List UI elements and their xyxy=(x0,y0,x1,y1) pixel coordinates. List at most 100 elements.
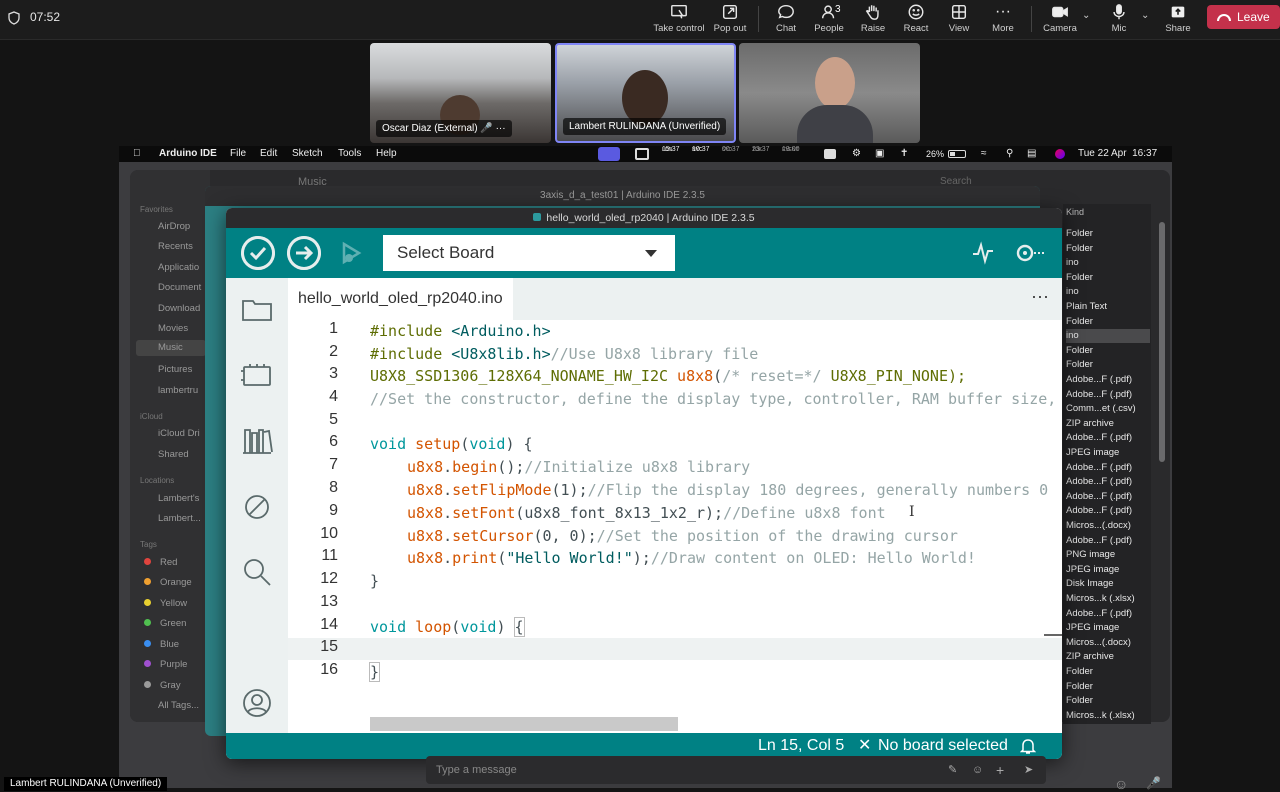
sidebar-item-downloads[interactable]: Download xyxy=(158,303,200,314)
sidebar-item-location-1[interactable]: Lambert's xyxy=(158,493,199,504)
kind-cell[interactable]: ino xyxy=(1066,329,1150,344)
library-manager-icon[interactable] xyxy=(240,424,274,458)
take-control-button[interactable]: Take control xyxy=(651,2,707,38)
kind-cell[interactable]: Folder xyxy=(1066,344,1093,358)
kind-cell[interactable]: Folder xyxy=(1066,315,1093,329)
kind-cell[interactable]: Folder xyxy=(1066,271,1093,285)
siri-icon[interactable] xyxy=(1055,149,1065,159)
kind-cell[interactable]: Comm...et (.csv) xyxy=(1066,402,1136,416)
kind-cell[interactable]: Folder xyxy=(1066,358,1093,372)
kind-cell[interactable]: Adobe...F (.pdf) xyxy=(1066,431,1132,445)
tab-sketch-file[interactable]: hello_world_oled_rp2040.ino xyxy=(288,278,513,320)
more-button[interactable]: ··· More xyxy=(975,2,1031,38)
kind-cell[interactable]: Adobe...F (.pdf) xyxy=(1066,607,1132,621)
sidebar-item-shared[interactable]: Shared xyxy=(158,449,189,460)
kind-cell[interactable]: Adobe...F (.pdf) xyxy=(1066,534,1132,548)
code-editor[interactable]: 1 2 3 4 5 6 7 8 9 10 11 12 13 14 15 16 #… xyxy=(288,320,1062,733)
sidebar-item-airdrop[interactable]: AirDrop xyxy=(158,221,190,232)
finder-scrollbar[interactable] xyxy=(1159,222,1165,462)
kind-cell[interactable]: Micros...(.docx) xyxy=(1066,519,1131,533)
kind-cell[interactable]: Micros...(.docx) xyxy=(1066,636,1131,650)
app-menu[interactable]: Arduino IDE xyxy=(159,146,217,162)
attach-plus-icon[interactable]: + xyxy=(996,756,1004,784)
kind-cell[interactable]: ZIP archive xyxy=(1066,650,1114,664)
tag-blue[interactable]: Blue xyxy=(140,639,179,650)
sidebar-item-documents[interactable]: Document xyxy=(158,282,201,293)
kind-cell[interactable]: Adobe...F (.pdf) xyxy=(1066,388,1132,402)
kind-header[interactable]: Kind xyxy=(1066,205,1084,219)
send-icon[interactable]: ➤ xyxy=(1024,756,1033,784)
tab-more-icon[interactable]: ··· xyxy=(1031,286,1049,307)
kind-cell[interactable]: Adobe...F (.pdf) xyxy=(1066,461,1132,475)
video-tile-lambert[interactable]: Lambert RULINDANA (Unverified) xyxy=(555,43,736,143)
serial-plotter-icon[interactable] xyxy=(971,241,995,270)
kind-cell[interactable]: Disk Image xyxy=(1066,577,1114,591)
menu-tools[interactable]: Tools xyxy=(338,146,361,162)
menu-help[interactable]: Help xyxy=(376,146,397,162)
sidebar-item-movies[interactable]: Movies xyxy=(158,323,188,334)
tag-purple[interactable]: Purple xyxy=(140,659,187,670)
kind-cell[interactable]: JPEG image xyxy=(1066,621,1119,635)
kind-cell[interactable]: Folder xyxy=(1066,665,1093,679)
kind-cell[interactable]: Adobe...F (.pdf) xyxy=(1066,475,1132,489)
debug-panel-icon[interactable] xyxy=(240,490,274,524)
kind-cell[interactable]: Folder xyxy=(1066,680,1093,694)
window-icon[interactable] xyxy=(635,148,649,160)
figure-icon[interactable]: ✝ xyxy=(900,146,908,162)
board-selector[interactable]: Select Board xyxy=(383,235,675,271)
kind-cell[interactable]: JPEG image xyxy=(1066,446,1119,460)
sidebar-item-location-2[interactable]: Lambert... xyxy=(158,513,201,524)
tag-red[interactable]: Red xyxy=(140,557,177,568)
participant-more-icon[interactable]: ··· xyxy=(496,123,506,134)
wifi-icon[interactable]: ≈ xyxy=(981,146,987,162)
w-icon[interactable] xyxy=(824,149,836,159)
bottom-emoji-icon[interactable]: ☺ xyxy=(1114,776,1128,792)
share-button[interactable]: Share xyxy=(1150,2,1206,38)
kind-cell[interactable]: PNG image xyxy=(1066,548,1115,562)
settings-gear-icon[interactable]: ⚙ xyxy=(852,146,861,162)
control-center-icon[interactable]: ▤ xyxy=(1027,146,1036,162)
tag-yellow[interactable]: Yellow xyxy=(140,598,187,609)
menu-file[interactable]: File xyxy=(230,146,246,162)
menu-sketch[interactable]: Sketch xyxy=(292,146,323,162)
tag-orange[interactable]: Orange xyxy=(140,577,192,588)
boards-manager-icon[interactable] xyxy=(240,358,274,392)
video-tile-third[interactable] xyxy=(739,43,920,143)
kind-cell[interactable]: Plain Text xyxy=(1066,300,1107,314)
video-tile-oscar[interactable]: Oscar Diaz (External) 🎤 ··· xyxy=(370,43,551,143)
display-icon[interactable]: ▣ xyxy=(875,146,884,162)
search-icon[interactable] xyxy=(240,555,274,589)
camera-chevron-icon[interactable]: ⌄ xyxy=(1082,10,1090,21)
sidebar-item-home[interactable]: lambertru xyxy=(158,385,198,396)
tag-gray[interactable]: Gray xyxy=(140,680,181,691)
profile-icon[interactable] xyxy=(240,686,274,720)
tag-all[interactable]: All Tags... xyxy=(158,700,199,711)
sidebar-item-recents[interactable]: Recents xyxy=(158,241,193,252)
kind-cell[interactable]: Micros...k (.xlsx) xyxy=(1066,709,1135,723)
kind-cell[interactable]: ZIP archive xyxy=(1066,417,1114,431)
tag-green[interactable]: Green xyxy=(140,618,186,629)
battery-icon[interactable] xyxy=(948,150,966,158)
sidebar-item-pictures[interactable]: Pictures xyxy=(158,364,192,375)
debug-button[interactable] xyxy=(333,236,367,270)
kind-cell[interactable]: Adobe...F (.pdf) xyxy=(1066,373,1132,387)
sidebar-item-icloud-drive[interactable]: iCloud Dri xyxy=(158,428,200,439)
emoji-icon[interactable]: ☺ xyxy=(972,756,983,784)
kind-cell[interactable]: Adobe...F (.pdf) xyxy=(1066,490,1132,504)
kind-cell[interactable]: Folder xyxy=(1066,242,1093,256)
leave-button[interactable]: Leave xyxy=(1207,5,1280,29)
sidebar-item-music[interactable]: Music xyxy=(136,340,206,356)
kind-cell[interactable]: Folder xyxy=(1066,694,1093,708)
mic-chevron-icon[interactable]: ⌄ xyxy=(1141,10,1149,21)
kind-cell[interactable]: JPEG image xyxy=(1066,563,1119,577)
menu-edit[interactable]: Edit xyxy=(260,146,277,162)
serial-monitor-icon[interactable] xyxy=(1013,240,1045,271)
camera-button[interactable]: Camera xyxy=(1032,2,1088,38)
pop-out-button[interactable]: Pop out xyxy=(702,2,758,38)
format-icon[interactable]: ✎ xyxy=(948,756,957,784)
upload-button[interactable] xyxy=(287,236,321,270)
mic-button[interactable]: Mic xyxy=(1091,2,1147,38)
sketchbook-folder-icon[interactable] xyxy=(240,292,274,326)
apple-icon[interactable]:  xyxy=(133,146,141,162)
horizontal-scrollbar[interactable] xyxy=(370,717,678,731)
